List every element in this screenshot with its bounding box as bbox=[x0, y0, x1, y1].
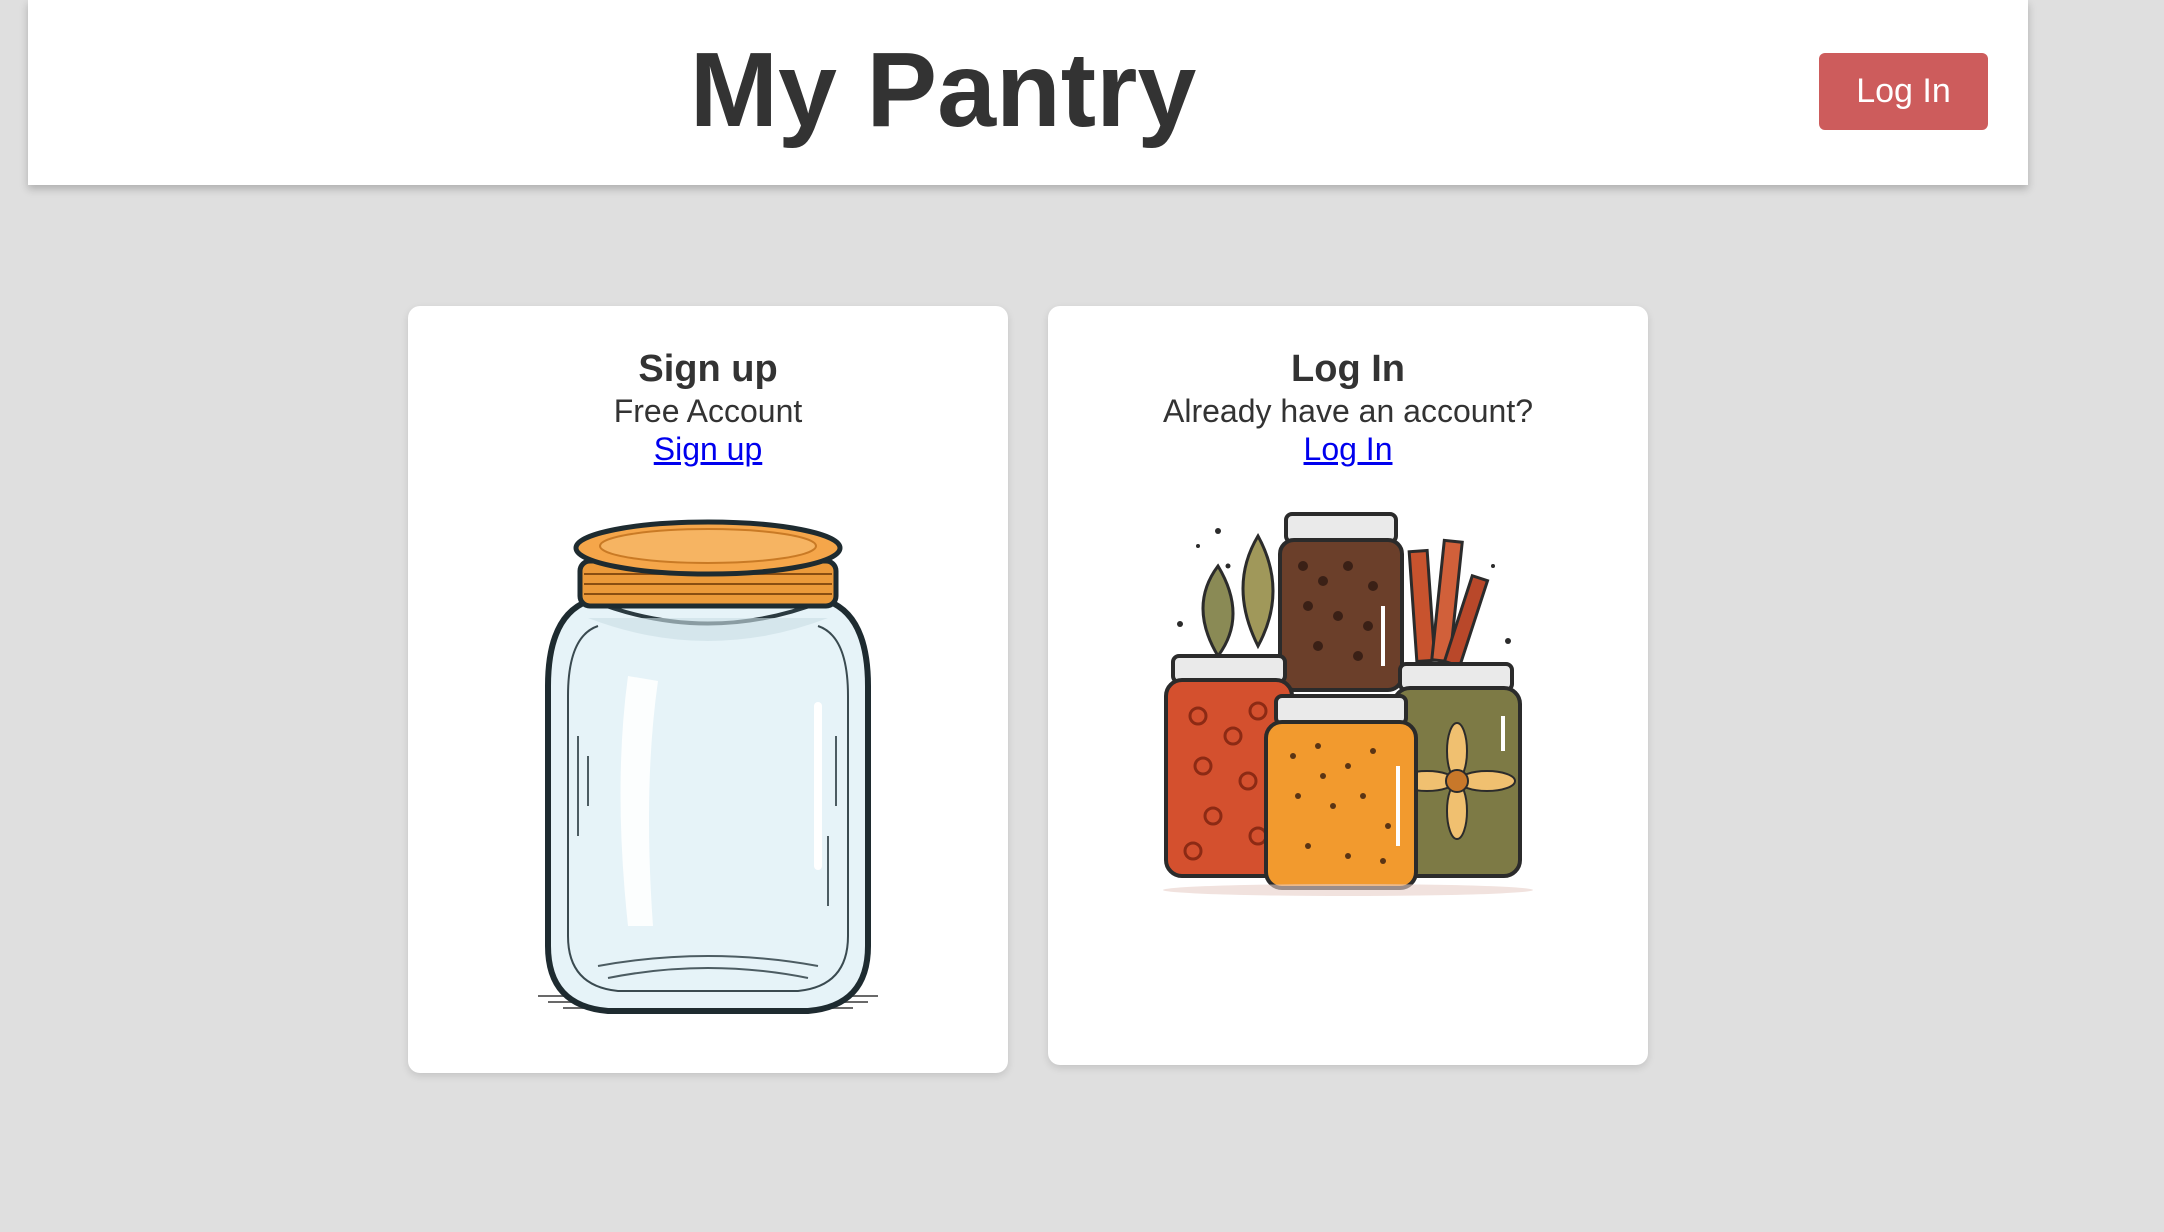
signup-card: Sign up Free Account Sign up bbox=[408, 306, 1008, 1073]
spice-jars-icon bbox=[1163, 512, 1533, 896]
site-header: My Pantry Log In bbox=[28, 0, 2028, 185]
signup-link[interactable]: Sign up bbox=[654, 430, 763, 468]
login-card-title: Log In bbox=[1291, 348, 1405, 390]
login-card-subtitle: Already have an account? bbox=[1162, 393, 1534, 429]
login-link[interactable]: Log In bbox=[1304, 430, 1393, 468]
signup-card-subtitle: Free Account bbox=[613, 393, 803, 429]
signup-card-title: Sign up bbox=[638, 348, 778, 390]
site-title: My Pantry bbox=[689, 31, 1197, 149]
empty-mason-jar-icon bbox=[538, 519, 878, 1014]
header-login-button[interactable]: Log In bbox=[1819, 53, 1988, 130]
login-card: Log In Already have an account? Log In bbox=[1048, 306, 1648, 1065]
